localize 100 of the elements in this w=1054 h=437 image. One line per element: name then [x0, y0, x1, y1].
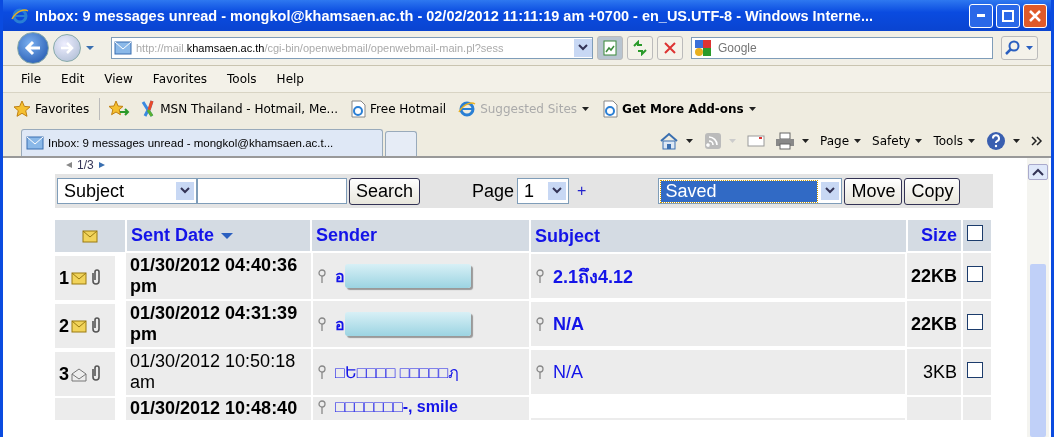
size-text: 22KB [910, 265, 957, 286]
star-icon [13, 100, 31, 118]
caret-icon [853, 137, 863, 145]
browser-logo-icon [458, 100, 477, 118]
url-text: http://mail.khamsaen.ac.th/cgi-bin/openwebmail/openwebmail-main.pl?sess [136, 42, 505, 54]
stop-x-icon [663, 41, 677, 55]
sort-descending-icon[interactable] [220, 231, 235, 240]
address-field[interactable]: http://mail.khamsaen.ac.th/cgi-bin/openwebmail/openwebmail-main.pl?sess [111, 37, 593, 59]
menu-item[interactable]: Tools [217, 72, 267, 86]
column-header[interactable]: Size [906, 220, 962, 252]
command-menu[interactable]: Tools [933, 134, 976, 148]
search-button[interactable] [1001, 36, 1038, 60]
search-button[interactable]: Search [349, 177, 421, 205]
column-header[interactable]: Sender [312, 220, 530, 252]
copy-button[interactable]: Copy [904, 177, 961, 205]
pin-icon [535, 364, 545, 380]
caret-icon [685, 137, 694, 145]
menu-item[interactable]: File [11, 72, 52, 86]
favorites-button[interactable]: Favorites [11, 100, 92, 118]
pin-icon [317, 364, 327, 380]
row-checkbox[interactable] [967, 361, 983, 378]
size-text: 22KB [910, 313, 957, 334]
select-all-checkbox[interactable] [967, 225, 983, 241]
page-select[interactable]: 1 [517, 178, 570, 204]
vertical-scrollbar[interactable] [1027, 158, 1049, 437]
field-select[interactable]: Subject [57, 178, 197, 204]
scroll-thumb[interactable] [1030, 264, 1046, 437]
pin-icon [317, 268, 327, 284]
previous-arrow-icon[interactable] [65, 161, 73, 169]
command-menu[interactable]: Safety [872, 134, 924, 148]
envelope-icon [82, 228, 98, 244]
read-mail-button[interactable] [747, 134, 765, 148]
caret-icon [914, 137, 924, 145]
menu-item[interactable]: View [94, 72, 143, 86]
row-number: 3 [59, 363, 69, 385]
page-mail-icon [26, 135, 44, 151]
web-page-icon [602, 100, 619, 118]
forward-arrow-icon [59, 40, 75, 56]
add-favorite-star-icon[interactable] [108, 100, 131, 118]
help-button[interactable] [986, 131, 1021, 151]
keyword-field[interactable] [197, 178, 347, 204]
menu-item[interactable]: Help [266, 72, 314, 86]
favorites-link[interactable]: MSN Thailand - Hotmail, Me... [138, 100, 341, 118]
caret-icon [801, 137, 810, 145]
browser-tab[interactable]: Inbox: 9 messages unread - mongkol@khamsaen.ac.t... [21, 129, 383, 156]
column-header[interactable]: Subject [530, 220, 907, 252]
favorites-link[interactable]: Get More Add-ons [600, 100, 759, 118]
web-page-icon [350, 100, 367, 118]
help-icon [986, 131, 1006, 151]
compatibility-view-button[interactable] [597, 36, 623, 60]
subject-link[interactable]: N/A [553, 361, 583, 383]
paperclip-icon [89, 365, 103, 383]
menu-item[interactable]: Edit [51, 72, 95, 86]
home-button[interactable] [659, 132, 694, 150]
maximize-button[interactable] [996, 3, 1020, 28]
stop-button[interactable] [657, 36, 683, 60]
window-title: Inbox: 9 messages unread - mongkol@khamsaen.ac.th - 02/02/2012 11:11:19 am +0700 - en_US.UTF-8 - Windows Interne... [35, 7, 874, 24]
printer-icon [775, 132, 795, 150]
favorites-link[interactable]: Free Hotmail [348, 100, 449, 118]
maximize-icon [1002, 9, 1014, 22]
date-cell: 01/30/2012 04:31:39 pm [126, 300, 312, 348]
scroll-up-icon[interactable] [1028, 164, 1048, 180]
caret-icon [1012, 137, 1021, 145]
move-button[interactable]: Move [844, 177, 903, 205]
close-icon [1029, 9, 1041, 22]
search-field[interactable]: Google [691, 37, 993, 59]
close-button[interactable] [1023, 3, 1047, 28]
next-arrow-icon[interactable] [97, 161, 106, 169]
back-button[interactable] [17, 32, 49, 64]
history-dropdown-icon[interactable] [85, 44, 95, 52]
browser-logo-icon [11, 6, 31, 25]
date-cell: 01/30/2012 04:40:36 pm [126, 252, 312, 300]
sender-link[interactable]: อ [335, 263, 345, 289]
caret-icon [1025, 44, 1034, 52]
date-cell: 01/30/2012 10:48:40 [126, 396, 312, 420]
page-mail-icon [114, 40, 132, 56]
menu-item[interactable]: Favorites [142, 72, 218, 86]
page-label: Page [472, 180, 515, 202]
refresh-arrows-icon [632, 40, 648, 56]
refresh-button[interactable] [627, 36, 653, 60]
row-checkbox[interactable] [967, 313, 983, 330]
back-arrow-icon [24, 39, 42, 57]
folder-select[interactable]: Saved [658, 178, 843, 204]
search-icon [1005, 40, 1021, 56]
minimize-button[interactable] [969, 3, 993, 28]
subject-link[interactable]: 2.1ถึง4.12 [553, 261, 634, 291]
row-checkbox[interactable] [967, 265, 983, 282]
pin-icon [535, 316, 545, 332]
row-number: 2 [59, 315, 69, 337]
pin-icon [317, 316, 327, 332]
subject-link[interactable]: N/A [553, 313, 584, 335]
chevron-icon[interactable] [1031, 136, 1043, 146]
command-menu[interactable]: Page [820, 134, 863, 148]
paperclip-icon [89, 269, 103, 287]
sender-link[interactable]: อ [335, 311, 345, 337]
caret-icon [747, 105, 757, 113]
add-link[interactable]: + [577, 182, 587, 200]
print-button[interactable] [775, 132, 810, 150]
row-number: 1 [59, 267, 69, 289]
page-count: 1/3 [77, 158, 94, 172]
